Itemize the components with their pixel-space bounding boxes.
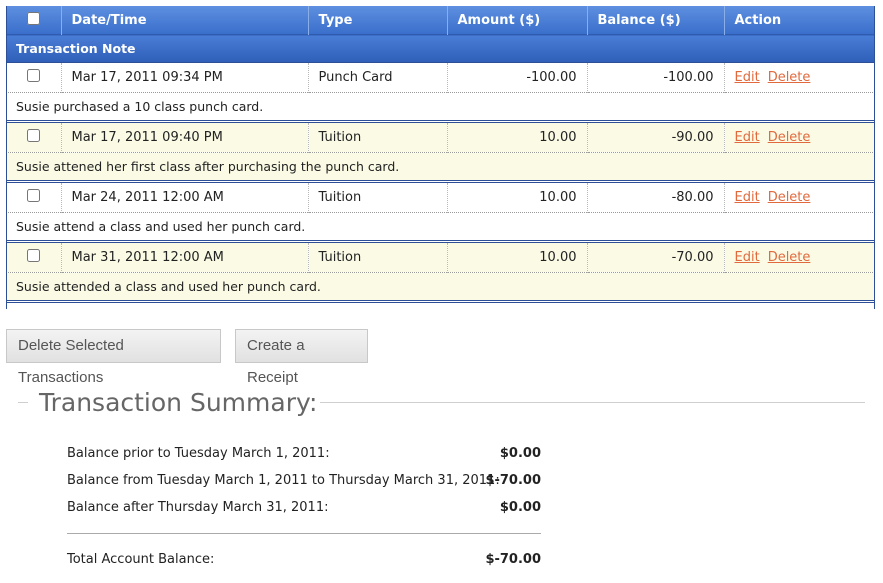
edit-link[interactable]: Edit [735,250,760,265]
summary-row: Balance from Tuesday March 1, 2011 to Th… [67,473,541,491]
transactions-table: Date/Time Type Amount ($) Balance ($) Ac… [6,6,875,303]
row-note: Susie purchased a 10 class punch card. [6,92,875,123]
row-select-cell [6,241,61,273]
summary-value: $0.00 [499,446,541,461]
row-balance: -100.00 [586,62,724,93]
summary-value: $-70.00 [485,473,541,488]
edit-link[interactable]: Edit [735,190,760,205]
delete-link[interactable]: Delete [768,250,811,265]
summary-label: Balance from Tuesday March 1, 2011 to Th… [67,473,500,488]
select-all-checkbox[interactable] [26,11,40,25]
total-balance-label: Total Account Balance: [67,552,215,567]
row-date: Mar 17, 2011 09:34 PM [60,62,308,93]
summary-label: Balance after Thursday March 31, 2011: [67,500,329,515]
table-row: Mar 24, 2011 12:00 AM Tuition 10.00 -80.… [6,181,875,213]
summary-divider-right [320,402,865,403]
total-balance-value: $-70.00 [485,552,541,567]
row-actions: Edit Delete [723,62,875,93]
row-note: Susie attend a class and used her punch … [6,212,875,243]
header-transaction-note: Transaction Note [6,34,875,63]
table-header-row: Date/Time Type Amount ($) Balance ($) Ac… [6,6,875,35]
delete-link[interactable]: Delete [768,130,811,145]
row-note: Susie attened her first class after purc… [6,152,875,183]
row-amount: 10.00 [446,241,587,273]
row-date: Mar 24, 2011 12:00 AM [60,181,308,213]
header-type[interactable]: Type [307,6,447,35]
row-type: Tuition [307,121,447,153]
table-note-row: Susie attened her first class after purc… [6,152,875,183]
table-row: Mar 17, 2011 09:34 PM Punch Card -100.00… [6,62,875,93]
row-balance: -90.00 [586,121,724,153]
delete-link[interactable]: Delete [768,190,811,205]
row-actions: Edit Delete [723,241,875,273]
summary-label: Balance prior to Tuesday March 1, 2011: [67,446,330,461]
delete-selected-button[interactable]: Delete Selected Transactions [6,329,221,386]
summary-total-row: Total Account Balance: $-70.00 [67,552,541,570]
row-checkbox[interactable] [26,69,40,82]
summary-title: Transaction Summary: [39,388,318,417]
table-note-row: Susie attended a class and used her punc… [6,272,875,303]
header-date[interactable]: Date/Time [60,6,308,35]
create-receipt-button[interactable]: Create a Receipt [235,329,368,386]
row-amount: 10.00 [446,121,587,153]
table-row: Mar 17, 2011 09:40 PM Tuition 10.00 -90.… [6,121,875,153]
row-amount: 10.00 [446,181,587,213]
table-subheader-row: Transaction Note [6,34,875,63]
row-date: Mar 31, 2011 12:00 AM [60,241,308,273]
row-note: Susie attended a class and used her punc… [6,272,875,303]
summary-row: Balance after Thursday March 31, 2011: $… [67,500,541,518]
row-actions: Edit Delete [723,121,875,153]
header-action: Action [723,6,875,35]
summary-divider-left [18,402,28,403]
header-amount[interactable]: Amount ($) [446,6,587,35]
header-balance[interactable]: Balance ($) [586,6,724,35]
row-type: Tuition [307,241,447,273]
row-balance: -70.00 [586,241,724,273]
row-select-cell [6,181,61,213]
row-checkbox[interactable] [26,189,40,202]
select-all-cell [6,6,61,35]
summary-value: $0.00 [499,500,541,515]
delete-link[interactable]: Delete [768,70,811,85]
row-select-cell [6,62,61,93]
table-row: Mar 31, 2011 12:00 AM Tuition 10.00 -70.… [6,241,875,273]
row-amount: -100.00 [446,62,587,93]
row-actions: Edit Delete [723,181,875,213]
table-note-row: Susie attend a class and used her punch … [6,212,875,243]
edit-link[interactable]: Edit [735,130,760,145]
row-type: Tuition [307,181,447,213]
table-note-row: Susie purchased a 10 class punch card. [6,92,875,123]
summary-row: Balance prior to Tuesday March 1, 2011: … [67,446,541,464]
edit-link[interactable]: Edit [735,70,760,85]
row-balance: -80.00 [586,181,724,213]
row-type: Punch Card [307,62,447,93]
summary-total-divider [67,533,541,534]
row-date: Mar 17, 2011 09:40 PM [60,121,308,153]
row-checkbox[interactable] [26,129,40,142]
row-select-cell [6,121,61,153]
row-checkbox[interactable] [26,249,40,262]
